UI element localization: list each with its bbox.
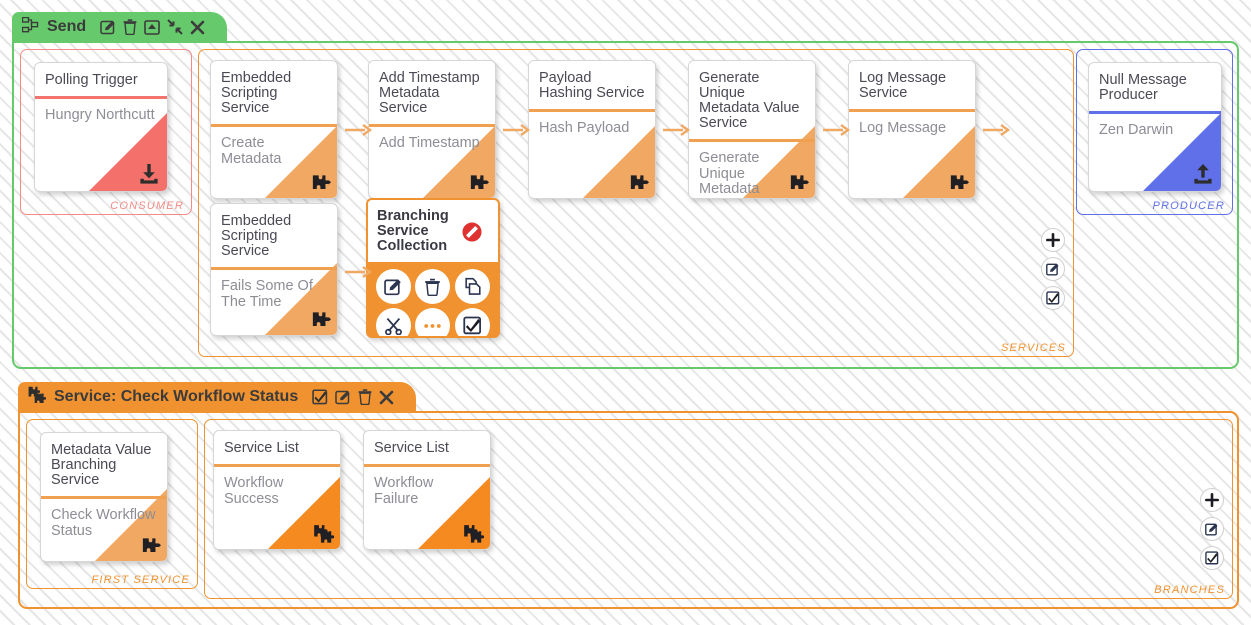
selected-service-card[interactable]: Branching Service Collection bbox=[366, 198, 500, 338]
service-card[interactable]: Embedded Scripting Service Create Metada… bbox=[210, 60, 338, 199]
service-card[interactable]: Embedded Scripting Service Fails Some Of… bbox=[210, 203, 338, 336]
service-panel: Service: Check Workflow Status Metadata … bbox=[18, 382, 1239, 609]
checkbox-icon[interactable] bbox=[312, 389, 328, 405]
card-subtitle: Check Workflow Status bbox=[51, 507, 156, 539]
service-list-icon bbox=[463, 524, 485, 544]
services-side-buttons bbox=[1041, 228, 1065, 310]
service-list-icon bbox=[313, 524, 335, 544]
duplicate-action-button[interactable] bbox=[454, 269, 490, 304]
card-title: Metadata Value Branching Service bbox=[51, 442, 152, 488]
producer-region: Null Message Producer Zen Darwin PRODUCE… bbox=[1076, 49, 1233, 215]
first-service-region-label: FIRST SERVICE bbox=[91, 574, 190, 586]
card-subtitle: Hungry Northcutt bbox=[45, 107, 155, 123]
trash-icon[interactable] bbox=[123, 19, 137, 35]
card-subtitle: Workflow Success bbox=[224, 475, 284, 507]
puzzle-icon bbox=[788, 172, 809, 193]
services-region: Embedded Scripting Service Create Metada… bbox=[198, 49, 1074, 357]
service-panel-header[interactable]: Service: Check Workflow Status bbox=[18, 382, 417, 412]
trash-icon[interactable] bbox=[358, 389, 372, 405]
select-services-button[interactable] bbox=[1041, 286, 1065, 310]
edit-services-button[interactable] bbox=[1041, 257, 1065, 281]
service-card[interactable]: Add Timestamp Metadata Service Add Times… bbox=[368, 60, 496, 199]
branches-region-label: BRANCHES bbox=[1154, 584, 1225, 596]
service-panel-title: Service: Check Workflow Status bbox=[54, 388, 299, 405]
delete-action-button[interactable] bbox=[415, 269, 451, 304]
shrink-icon[interactable] bbox=[167, 19, 183, 35]
card-title: Embedded Scripting Service bbox=[221, 213, 292, 259]
puzzle-icon bbox=[468, 172, 489, 193]
service-card[interactable]: Generate Unique Metadata Value Service G… bbox=[688, 60, 816, 199]
flow-arrow bbox=[983, 123, 1011, 137]
puzzle-icon bbox=[948, 172, 969, 193]
puzzle-icon bbox=[140, 535, 161, 556]
channel-panel: Send Polling Trigger Hungry Northcutt CO… bbox=[12, 12, 1239, 369]
puzzle-icon bbox=[310, 172, 331, 193]
flow-arrow bbox=[823, 123, 851, 137]
select-action-button[interactable] bbox=[454, 308, 490, 336]
edit-action-button[interactable] bbox=[376, 269, 412, 304]
card-action-grid bbox=[368, 262, 498, 336]
branches-region: Service List Workflow Success Service Li… bbox=[204, 419, 1233, 599]
channel-panel-header[interactable]: Send bbox=[12, 12, 228, 42]
card-title: Null Message Producer bbox=[1099, 72, 1187, 103]
card-title: Log Message Service bbox=[859, 70, 947, 101]
collapse-box-icon[interactable] bbox=[144, 19, 160, 35]
download-icon bbox=[137, 162, 161, 186]
branches-side-buttons bbox=[1200, 488, 1224, 570]
channel-panel-body: Polling Trigger Hungry Northcutt CONSUME… bbox=[12, 41, 1239, 369]
more-action-button[interactable] bbox=[415, 308, 451, 336]
flow-arrow bbox=[663, 123, 691, 137]
edit-icon[interactable] bbox=[100, 19, 116, 35]
add-service-button[interactable] bbox=[1041, 228, 1065, 252]
card-title: Service List bbox=[374, 440, 449, 456]
close-icon[interactable] bbox=[190, 20, 205, 35]
sitemap-icon bbox=[21, 16, 39, 38]
consumer-region-label: CONSUMER bbox=[110, 200, 184, 212]
branch-card[interactable]: Service List Workflow Success bbox=[213, 430, 341, 550]
card-subtitle: Fails Some Of The Time bbox=[221, 278, 313, 310]
card-title: Embedded Scripting Service bbox=[221, 70, 292, 116]
puzzle-icon bbox=[628, 172, 649, 193]
puzzle-icon bbox=[310, 309, 331, 330]
no-entry-icon bbox=[460, 220, 484, 244]
channel-panel-title: Send bbox=[47, 18, 87, 35]
card-subtitle: Create Metadata bbox=[221, 135, 282, 167]
card-subtitle: Zen Darwin bbox=[1099, 122, 1174, 138]
card-subtitle: Hash Payload bbox=[539, 120, 630, 136]
select-branches-button[interactable] bbox=[1200, 546, 1224, 570]
card-title: Polling Trigger bbox=[45, 72, 138, 88]
consumer-region: Polling Trigger Hungry Northcutt CONSUME… bbox=[20, 49, 192, 215]
branch-card[interactable]: Service List Workflow Failure bbox=[363, 430, 491, 550]
close-icon[interactable] bbox=[379, 390, 394, 405]
edit-icon[interactable] bbox=[335, 389, 351, 405]
card-subtitle: Log Message bbox=[859, 120, 947, 136]
card-subtitle: Add Timestamp bbox=[379, 135, 480, 151]
producer-region-label: PRODUCER bbox=[1152, 200, 1225, 212]
card-title: Add Timestamp Metadata Service bbox=[379, 70, 480, 116]
cut-action-button[interactable] bbox=[376, 308, 412, 336]
service-card[interactable]: Payload Hashing Service Hash Payload bbox=[528, 60, 656, 199]
card-title: Service List bbox=[224, 440, 299, 456]
edit-branches-button[interactable] bbox=[1200, 517, 1224, 541]
consumer-card[interactable]: Polling Trigger Hungry Northcutt bbox=[34, 62, 168, 192]
card-subtitle: Workflow Failure bbox=[374, 475, 434, 507]
card-title: Payload Hashing Service bbox=[539, 70, 645, 101]
card-title: Generate Unique Metadata Value Service bbox=[699, 70, 800, 131]
service-panel-body: Metadata Value Branching Service Check W… bbox=[18, 411, 1239, 609]
upload-icon bbox=[1191, 162, 1215, 186]
branch-puzzle-icon bbox=[28, 386, 47, 408]
producer-card[interactable]: Null Message Producer Zen Darwin bbox=[1088, 62, 1222, 192]
services-region-label: SERVICES bbox=[1000, 342, 1066, 354]
service-card[interactable]: Log Message Service Log Message bbox=[848, 60, 976, 199]
first-service-region: Metadata Value Branching Service Check W… bbox=[26, 419, 198, 589]
first-service-card[interactable]: Metadata Value Branching Service Check W… bbox=[40, 432, 168, 562]
add-branch-button[interactable] bbox=[1200, 488, 1224, 512]
flow-arrow bbox=[503, 123, 531, 137]
